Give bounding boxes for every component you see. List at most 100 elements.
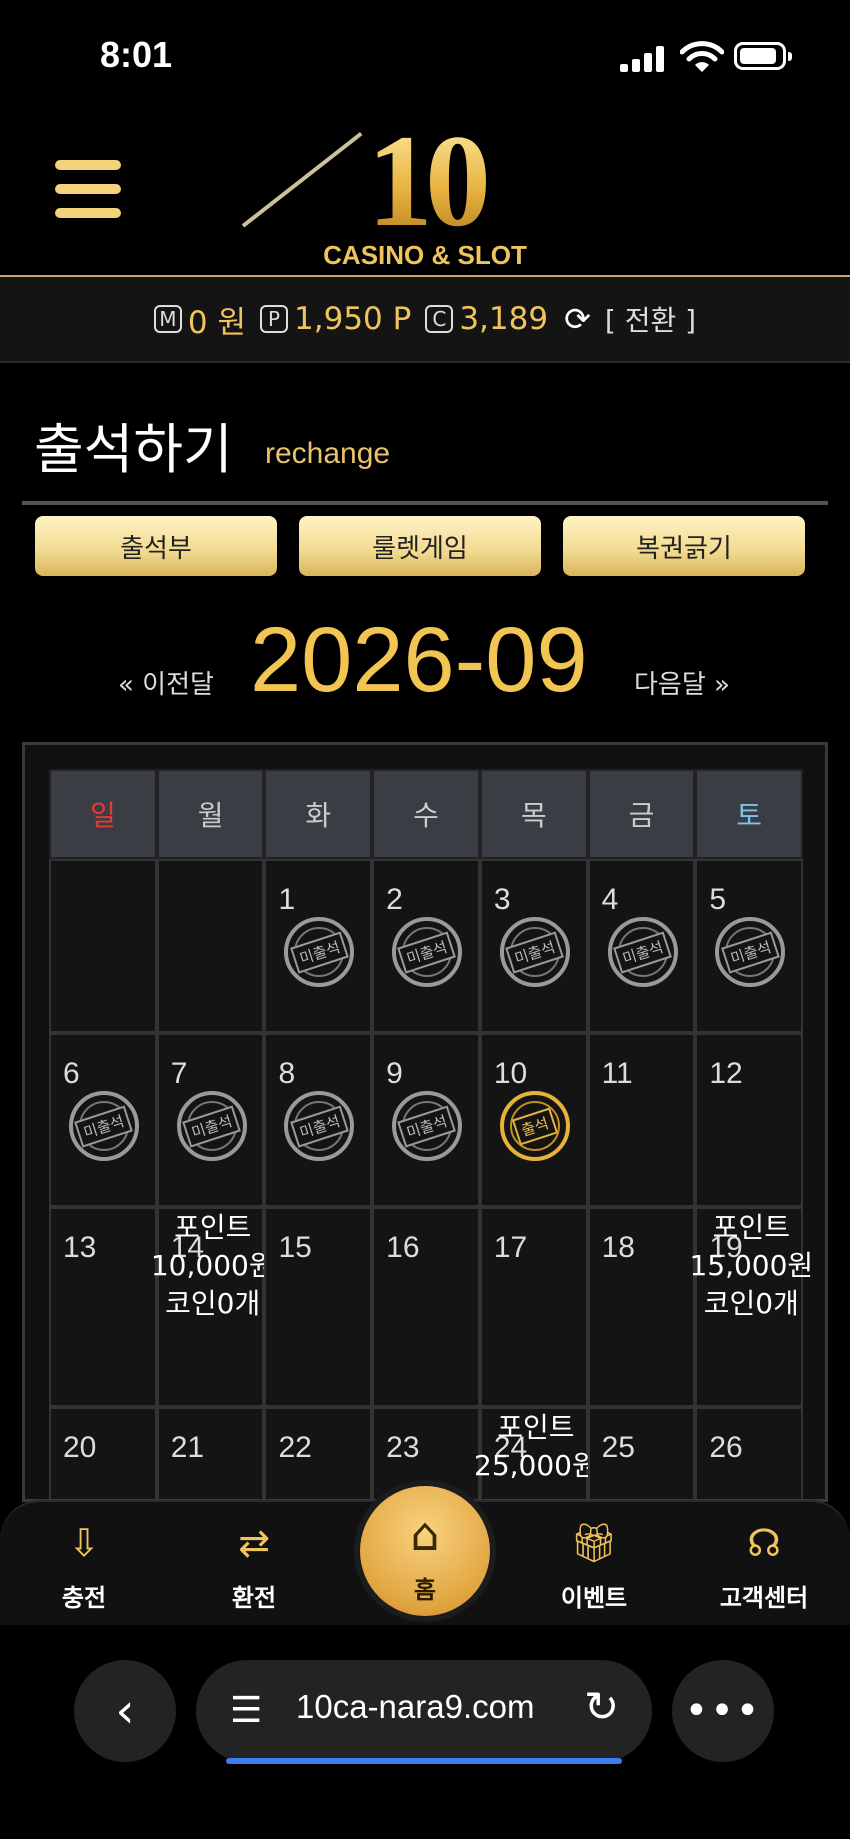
absent-stamp-icon: 미출석 (284, 1091, 355, 1161)
status-time: 8:01 (100, 34, 173, 75)
calendar-week: 13 14 포인트 10,000원 코인0개 15 16 17 18 19 포인… (49, 1207, 813, 1407)
calendar-day: 4 미출석 (587, 859, 696, 1033)
day-number: 15 (278, 1231, 312, 1264)
calendar-cell-empty (156, 859, 265, 1033)
convert-button[interactable]: [ 전환 ] (605, 299, 696, 339)
stamp-label: 미출석 (397, 1104, 457, 1148)
wifi-icon (680, 41, 724, 72)
calendar-day: 7 미출석 (156, 1033, 265, 1207)
nav-home[interactable]: ⌂ 홈 (360, 1486, 490, 1616)
day-number: 4 (601, 883, 619, 916)
reload-icon[interactable]: ↻ (584, 1682, 619, 1731)
reward-text: 포인트 15,000원 코인0개 (689, 1211, 814, 1320)
day-number: 10 (493, 1057, 528, 1090)
logo-tagline: CASINO & SLOT (323, 240, 527, 270)
attendance-calendar: 일 월 화 수 목 금 토 1 미출석 2 미출석 3 미출석 4 미출석 5 … (22, 742, 828, 1502)
prev-month-link[interactable]: « 이전달 (118, 664, 214, 701)
calendar-day: 25 (587, 1407, 696, 1499)
attendance-tabs: 출석부 룰렛게임 복권긁기 (35, 516, 805, 576)
browser-more-button[interactable]: ••• (672, 1660, 774, 1762)
stamp-label: 미출석 (74, 1104, 134, 1148)
tab-attendance-book[interactable]: 출석부 (35, 516, 277, 576)
present-stamp-icon: 출석 (499, 1091, 570, 1161)
coin-value: 3,189 (459, 301, 549, 337)
tabs-icon[interactable]: ☰ (230, 1690, 262, 1731)
day-number: 20 (63, 1431, 97, 1464)
calendar-day: 16 (372, 1207, 480, 1407)
stamp-label: 미출석 (182, 1104, 242, 1148)
chevron-left-icon: ‹ (115, 1683, 135, 1739)
calendar-day: 11 (587, 1033, 696, 1207)
calendar-week: 1 미출석 2 미출석 3 미출석 4 미출석 5 미출석 (49, 859, 804, 1033)
hamburger-menu-icon[interactable] (55, 160, 121, 218)
reward-text: 포인트 25,000원 (474, 1411, 598, 1482)
refresh-icon[interactable]: ⟳ (564, 300, 591, 338)
loading-progress-bar (226, 1758, 622, 1764)
nav-exchange-label: 환전 (231, 1584, 277, 1612)
nav-charge[interactable]: ⇩ 충전 (24, 1502, 144, 1622)
nav-exchange[interactable]: ⇄ 환전 (194, 1502, 314, 1622)
stamp-label: 미출석 (289, 1104, 350, 1148)
calendar-grid: 일 월 화 수 목 금 토 1 미출석 2 미출석 3 미출석 4 미출석 5 … (49, 769, 813, 1499)
calendar-day-today: 10 출석 (479, 1033, 588, 1207)
day-number: 26 (709, 1431, 743, 1464)
coin-badge-icon: C (425, 305, 454, 333)
month-navigation: « 이전달 2026-09 다음달 » (0, 610, 850, 710)
day-number: 9 (386, 1057, 403, 1090)
weekday-fri: 금 (587, 769, 696, 859)
point-badge-icon: P (260, 305, 289, 333)
absent-stamp-icon: 미출석 (392, 917, 463, 987)
absent-stamp-icon: 미출석 (715, 917, 786, 987)
cellular-signal-icon (620, 46, 666, 72)
day-number: 17 (493, 1231, 528, 1264)
site-header: 10 CASINO & SLOT (0, 107, 850, 275)
next-month-link[interactable]: 다음달 » (634, 664, 730, 701)
nav-charge-label: 충전 (61, 1584, 107, 1612)
absent-stamp-icon: 미출석 (69, 1091, 139, 1161)
stamp-label: 미출석 (505, 930, 565, 974)
calendar-day: 18 (587, 1207, 696, 1407)
weekday-sun: 일 (49, 769, 157, 859)
absent-stamp-icon: 미출석 (499, 917, 570, 987)
calendar-day: 20 (49, 1407, 157, 1499)
day-number: 18 (601, 1231, 635, 1264)
weekday-sat: 토 (695, 769, 804, 859)
tab-scratch-lottery[interactable]: 복권긁기 (563, 516, 805, 576)
day-number: 5 (709, 883, 726, 916)
stamp-label: 미출석 (289, 930, 350, 974)
calendar-day: 15 (264, 1207, 373, 1407)
point-balance: P 1,950 P (260, 301, 411, 337)
money-value: 0 원 (187, 304, 247, 341)
weekday-header-row: 일 월 화 수 목 금 토 (49, 769, 804, 859)
headset-icon: ☊ (747, 1521, 781, 1565)
day-number: 11 (601, 1057, 633, 1090)
calendar-week: 6 미출석 7 미출석 8 미출석 9 미출석 10 출석 11 12 (49, 1033, 804, 1207)
site-logo[interactable]: 10 CASINO & SLOT (241, 107, 550, 274)
nav-event[interactable]: 🎁︎ 이벤트 (534, 1502, 654, 1622)
calendar-day: 3 미출석 (479, 859, 588, 1033)
weekday-tue: 화 (264, 769, 373, 859)
nav-support[interactable]: ☊ 고객센터 (704, 1502, 824, 1622)
title-divider (22, 501, 828, 505)
calendar-day: 12 (695, 1033, 804, 1207)
calendar-day: 1 미출석 (264, 859, 373, 1033)
address-bar[interactable]: ☰ 10ca-nara9.com ↻ (196, 1660, 652, 1764)
page-title: 출석하기 (34, 418, 233, 481)
balance-bar: M 0 원 P 1,950 P C 3,189 ⟳ [ 전환 ] (0, 275, 850, 363)
calendar-day: 26 (695, 1407, 804, 1499)
calendar-day: 2 미출석 (372, 859, 480, 1033)
browser-back-button[interactable]: ‹ (74, 1660, 176, 1762)
nav-support-label: 고객센터 (719, 1584, 809, 1612)
withdraw-icon: ⇄ (238, 1521, 270, 1565)
absent-stamp-icon: 미출석 (607, 917, 678, 987)
gift-icon: 🎁︎ (569, 1520, 619, 1565)
tab-roulette-game[interactable]: 룰렛게임 (299, 516, 541, 576)
calendar-day: 24 포인트 25,000원 (474, 1407, 598, 1499)
day-number: 6 (63, 1057, 80, 1090)
current-month: 2026-09 (250, 609, 588, 711)
day-number: 16 (386, 1231, 420, 1264)
day-number: 13 (63, 1231, 97, 1264)
day-number: 1 (278, 883, 296, 916)
day-number: 25 (601, 1431, 635, 1464)
calendar-day: 6 미출석 (49, 1033, 157, 1207)
